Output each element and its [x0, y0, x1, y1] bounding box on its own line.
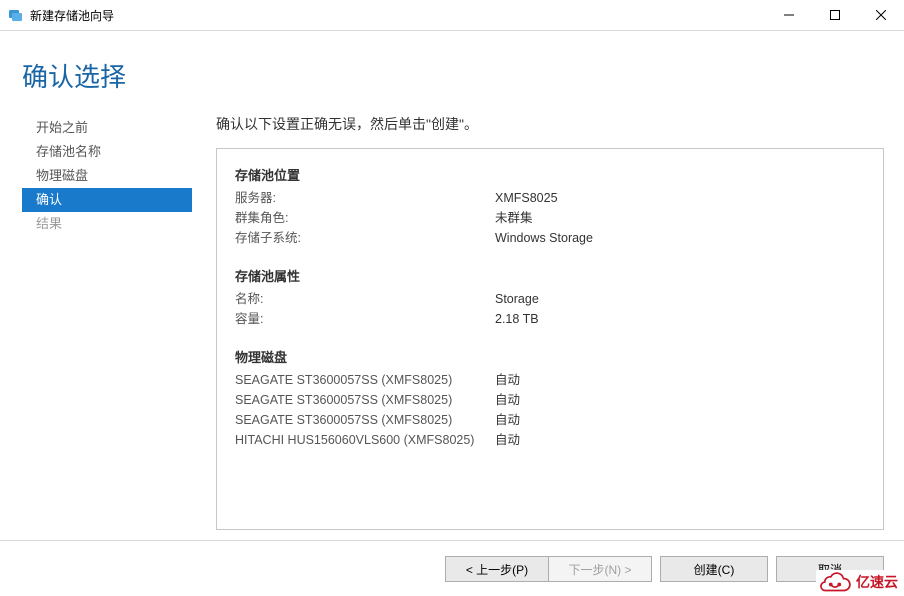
sidebar-item-before-you-begin[interactable]: 开始之前: [22, 116, 192, 140]
value-disk-3: 自动: [495, 430, 520, 450]
section-location-title: 存储池位置: [235, 165, 865, 184]
watermark: 亿速云: [816, 570, 900, 594]
sidebar-item-confirm[interactable]: 确认: [22, 188, 192, 212]
row-disk: SEAGATE ST3600057SS (XMFS8025) 自动: [235, 370, 865, 390]
row-disk: HITACHI HUS156060VLS600 (XMFS8025) 自动: [235, 430, 865, 450]
wizard-window: 新建存储池向导 确认选择 开始之前 存储池名称 物理磁盘 确认 结果 确认以下设…: [0, 0, 904, 596]
section-properties: 存储池属性 名称: Storage 容量: 2.18 TB: [235, 266, 865, 329]
row-cluster-role: 群集角色: 未群集: [235, 208, 865, 228]
summary-panel: 存储池位置 服务器: XMFS8025 群集角色: 未群集 存储子系统: Win…: [216, 148, 884, 530]
nav-button-pair: < 上一步(P) 下一步(N) >: [445, 556, 652, 582]
value-disk-0: 自动: [495, 370, 520, 390]
sidebar-item-pool-name[interactable]: 存储池名称: [22, 140, 192, 164]
value-storage-subsystem: Windows Storage: [495, 228, 593, 248]
label-capacity: 容量:: [235, 309, 495, 329]
window-title: 新建存储池向导: [30, 7, 114, 24]
row-name: 名称: Storage: [235, 289, 865, 309]
previous-button[interactable]: < 上一步(P): [446, 557, 549, 581]
page-heading: 确认选择: [0, 31, 904, 114]
value-capacity: 2.18 TB: [495, 309, 539, 329]
value-disk-1: 自动: [495, 390, 520, 410]
sidebar-item-results: 结果: [22, 212, 192, 236]
value-cluster-role: 未群集: [495, 208, 533, 228]
sidebar-item-physical-disks[interactable]: 物理磁盘: [22, 164, 192, 188]
cloud-icon: [818, 570, 852, 594]
label-disk-2: SEAGATE ST3600057SS (XMFS8025): [235, 410, 495, 430]
instruction-text: 确认以下设置正确无误，然后单击"创建"。: [216, 114, 884, 134]
create-button[interactable]: 创建(C): [660, 556, 768, 582]
titlebar: 新建存储池向导: [0, 0, 904, 31]
label-server: 服务器:: [235, 188, 495, 208]
main-content: 确认以下设置正确无误，然后单击"创建"。 存储池位置 服务器: XMFS8025…: [192, 114, 904, 540]
section-physical-disks-title: 物理磁盘: [235, 347, 865, 366]
row-server: 服务器: XMFS8025: [235, 188, 865, 208]
label-disk-3: HITACHI HUS156060VLS600 (XMFS8025): [235, 430, 495, 450]
close-button[interactable]: [858, 0, 904, 30]
label-disk-1: SEAGATE ST3600057SS (XMFS8025): [235, 390, 495, 410]
app-icon: [8, 7, 24, 23]
label-storage-subsystem: 存储子系统:: [235, 228, 495, 248]
value-disk-2: 自动: [495, 410, 520, 430]
watermark-text: 亿速云: [856, 572, 898, 592]
wizard-footer: < 上一步(P) 下一步(N) > 创建(C) 取消: [0, 540, 904, 596]
row-capacity: 容量: 2.18 TB: [235, 309, 865, 329]
label-disk-0: SEAGATE ST3600057SS (XMFS8025): [235, 370, 495, 390]
maximize-button[interactable]: [812, 0, 858, 30]
label-name: 名称:: [235, 289, 495, 309]
row-disk: SEAGATE ST3600057SS (XMFS8025) 自动: [235, 390, 865, 410]
row-storage-subsystem: 存储子系统: Windows Storage: [235, 228, 865, 248]
wizard-steps-sidebar: 开始之前 存储池名称 物理磁盘 确认 结果: [22, 114, 192, 540]
minimize-button[interactable]: [766, 0, 812, 30]
section-properties-title: 存储池属性: [235, 266, 865, 285]
row-disk: SEAGATE ST3600057SS (XMFS8025) 自动: [235, 410, 865, 430]
label-cluster-role: 群集角色:: [235, 208, 495, 228]
value-name: Storage: [495, 289, 539, 309]
next-button: 下一步(N) >: [549, 557, 651, 581]
value-server: XMFS8025: [495, 188, 558, 208]
section-location: 存储池位置 服务器: XMFS8025 群集角色: 未群集 存储子系统: Win…: [235, 165, 865, 248]
section-physical-disks: 物理磁盘 SEAGATE ST3600057SS (XMFS8025) 自动 S…: [235, 347, 865, 450]
